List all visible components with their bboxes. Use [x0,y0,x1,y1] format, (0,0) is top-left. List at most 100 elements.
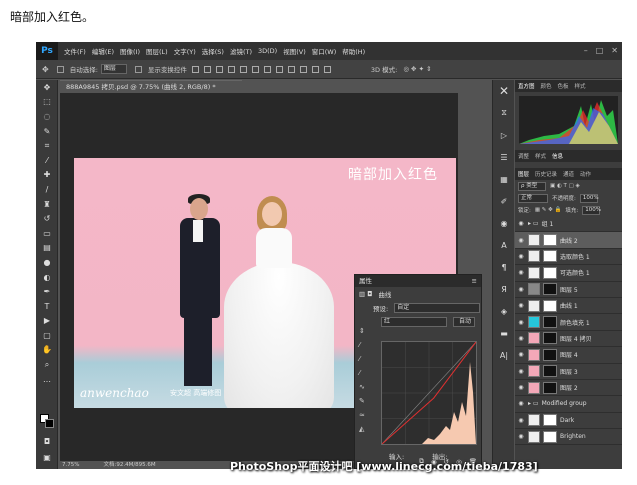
hand-icon[interactable]: ✋ [36,343,58,358]
layer-row[interactable]: ◉ 图层 4 拷贝 [515,331,622,348]
brush-icon[interactable]: / [36,182,58,197]
align-bottom-icon[interactable] [215,65,223,73]
tab-color[interactable]: 颜色 [541,82,552,90]
history-icon[interactable]: ⧖ [493,102,515,124]
layer-mask-thumbnail[interactable] [543,299,557,312]
visibility-eye-icon[interactable]: ◉ [517,433,525,440]
channel-dropdown[interactable]: 红 [381,317,447,327]
black-point-eyedropper-icon[interactable]: ⁄ [359,341,373,355]
move-icon[interactable]: ✥ [36,80,58,95]
auto-button[interactable]: 自动 [453,317,475,327]
curves-adjust-icon[interactable]: ▥ ◘ [359,290,372,298]
folder-icon[interactable]: ▸ ▭ [528,400,539,407]
gray-point-eyedropper-icon[interactable]: ⁄ [359,355,373,369]
close-icon[interactable]: ✕ [611,46,618,55]
paragraph-icon[interactable]: ¶ [493,256,515,278]
show-transform-checkbox[interactable] [134,65,142,73]
minimize-icon[interactable]: – [584,46,588,55]
character-icon[interactable]: A [493,234,515,256]
move-tool-icon[interactable]: ✥ [42,65,49,74]
blur-icon[interactable]: ● [36,255,58,270]
align-right-icon[interactable] [251,65,259,73]
layer-row[interactable]: ◉ 图层 3 [515,364,622,380]
maximize-icon[interactable]: □ [596,46,604,55]
distribute-middle-icon[interactable] [275,65,283,73]
layer-row[interactable]: ◉ Brighten [515,429,622,446]
menu-window[interactable]: 窗口(W) [312,46,337,56]
swatches-icon[interactable]: ▦ [493,168,515,190]
type-icon[interactable]: T [36,299,58,314]
layer-mask-thumbnail[interactable] [543,414,557,427]
visibility-eye-icon[interactable]: ◉ [517,351,525,358]
tab-styles-2[interactable]: 样式 [535,152,546,160]
layer-row[interactable]: ◉ Dark [515,413,622,430]
curve-graph[interactable] [381,341,477,445]
align-left-icon[interactable] [227,65,235,73]
eraser-icon[interactable]: ▭ [36,226,58,241]
tab-layers[interactable]: 图层 [518,170,529,178]
3d-icon[interactable]: ◈ [493,300,515,322]
clipping-icon[interactable]: ◭ [359,425,373,439]
align-top-icon[interactable] [191,65,199,73]
healing-icon[interactable]: ✚ [36,168,58,183]
layer-row[interactable]: ◉ 曲线 1 [515,298,622,315]
distribute-left-icon[interactable] [299,65,307,73]
layer-row[interactable]: ◉ 曲线 2 [515,232,622,249]
visibility-eye-icon[interactable]: ◉ [517,417,525,424]
filter-icons[interactable]: ▣ ◐ T ▢ ◈ [550,183,580,189]
eyedropper-icon[interactable]: ⁄ [36,153,58,168]
history-brush-icon[interactable]: ↺ [36,211,58,226]
pen-icon[interactable]: ✒ [36,284,58,299]
tab-history[interactable]: 历史记录 [535,170,557,178]
smooth-icon[interactable]: ≈ [359,411,373,425]
timeline-icon[interactable]: ▬ [493,322,515,344]
fill-field[interactable]: 100% [582,205,601,215]
menu-layer[interactable]: 图层(L) [146,46,168,56]
brush-preset-icon[interactable]: ✐ [493,190,515,212]
menu-help[interactable]: 帮助(H) [342,46,365,56]
3d-orbit-icon[interactable]: ◎ ✥ ✦ ⇕ [403,65,431,73]
layer-mask-thumbnail[interactable] [543,381,557,394]
tab-channels[interactable]: 通道 [563,170,574,178]
path-select-icon[interactable]: ▶ [36,314,58,329]
background-color-swatch[interactable] [45,419,54,428]
preset-dropdown[interactable]: 自定 [394,303,481,313]
visibility-eye-icon[interactable]: ◉ [517,400,525,407]
visibility-eye-icon[interactable]: ◉ [517,286,525,293]
kind-filter-dropdown[interactable]: ρ 类型 [518,181,546,191]
rectangle-icon[interactable]: ▢ [36,328,58,343]
notes-icon[interactable]: A| [493,344,515,366]
white-point-eyedropper-icon[interactable]: ⁄ [359,369,373,383]
menu-file[interactable]: 文件(F) [64,46,86,56]
quick-mask-icon[interactable]: ◘ [36,434,58,449]
menu-3d[interactable]: 3D(D) [258,47,277,55]
layer-row[interactable]: ◉ ▸ ▭ Modified group [515,396,622,413]
distribute-center-icon[interactable] [311,65,319,73]
document-tab[interactable]: 888A9845 拷贝.psd @ 7.75% (曲线 2, RGB/8) * [60,80,242,93]
adjust-icon[interactable]: ☰ [493,146,515,168]
tab-histogram[interactable]: 直方图 [518,82,535,90]
curve-svg[interactable] [381,341,477,445]
lasso-icon[interactable]: ◌ [36,109,58,124]
visibility-eye-icon[interactable]: ◉ [517,237,525,244]
layer-mask-thumbnail[interactable] [543,266,557,279]
layer-row[interactable]: ◉ 颜色填充 1 [515,314,622,331]
layer-mask-thumbnail[interactable] [543,234,557,247]
quick-select-icon[interactable]: ✎ [36,124,58,139]
menu-select[interactable]: 选择(S) [202,46,224,56]
layer-mask-thumbnail[interactable] [543,332,557,345]
zoom-level[interactable]: 7.75% [62,461,79,469]
marquee-icon[interactable]: ⬚ [36,95,58,110]
layer-row[interactable]: ◉ 图层 2 [515,380,622,397]
more-tools-icon[interactable]: … [36,372,58,387]
layer-row[interactable]: ◉ ▸ ▭ 组 1 [515,216,622,233]
menu-edit[interactable]: 编辑(E) [92,46,114,56]
layer-mask-thumbnail[interactable] [543,430,557,443]
target-adjust-icon[interactable]: ⇕ [359,327,373,341]
curve-edit-icon[interactable]: ∿ [359,383,373,397]
distribute-bottom-icon[interactable] [287,65,295,73]
opacity-field[interactable]: 100% [579,193,599,203]
menu-image[interactable]: 图像(I) [120,46,140,56]
lock-icons[interactable]: ▦ ✎ ✥ 🔒 [535,207,562,213]
align-middle-icon[interactable] [203,65,211,73]
